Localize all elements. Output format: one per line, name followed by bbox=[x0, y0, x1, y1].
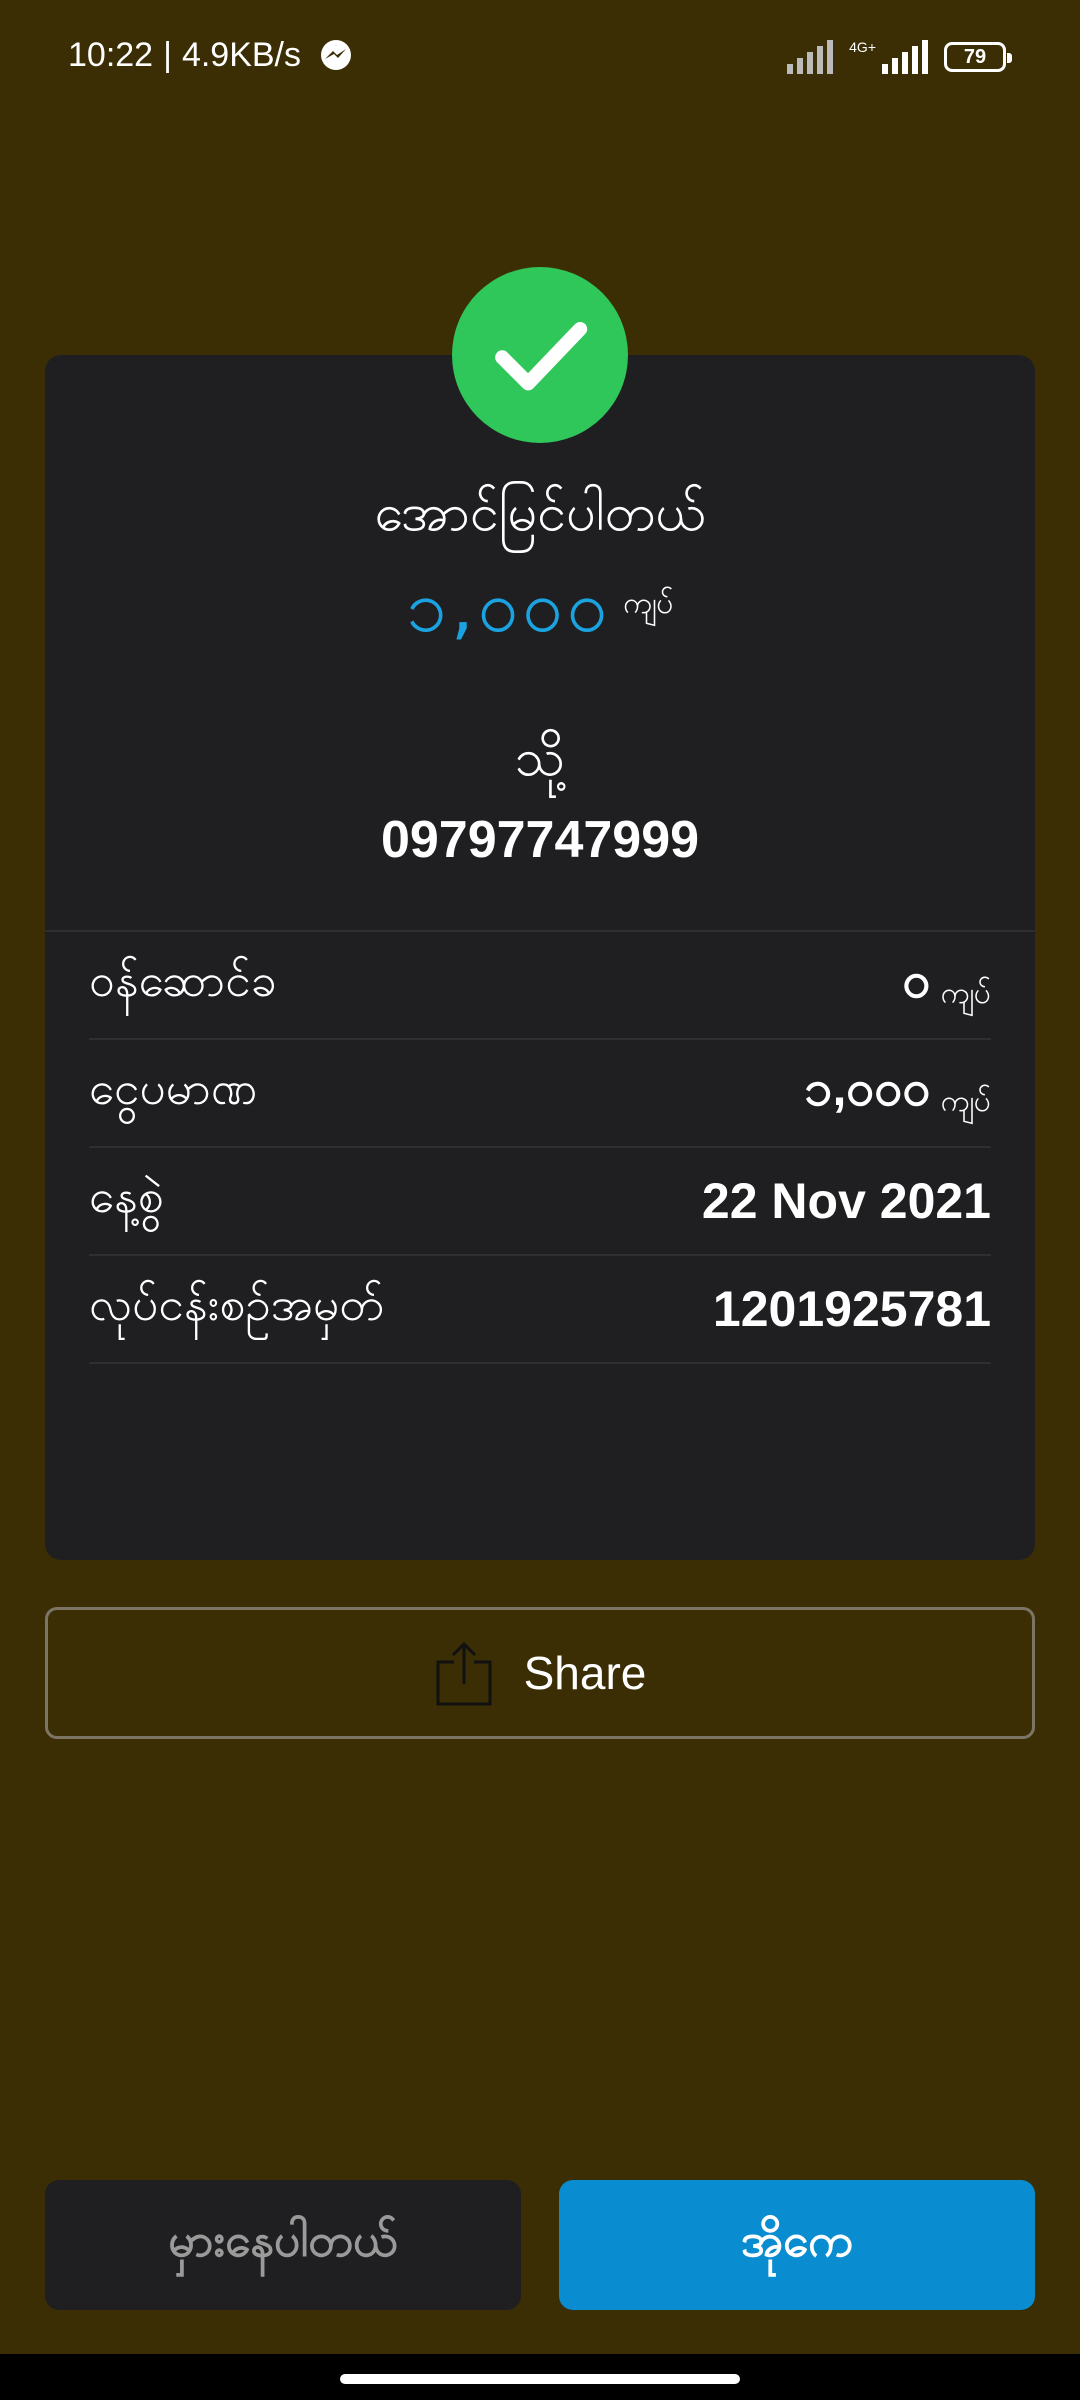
home-indicator[interactable] bbox=[340, 2374, 740, 2384]
status-time: 10:22 bbox=[68, 36, 154, 74]
battery-icon: 79 bbox=[944, 42, 1012, 72]
detail-row-amount: ငွေပမာဏ ၁,၀၀၀ ကျပ် bbox=[89, 1040, 991, 1148]
status-net-speed: 4.9KB/s bbox=[181, 36, 302, 74]
ok-button[interactable]: အိုကေ bbox=[559, 2180, 1035, 2310]
recipient-number: 09797747999 bbox=[380, 811, 700, 869]
success-title: အောင်မြင်ပါတယ် bbox=[374, 483, 706, 543]
detail-label: ငွေပမာဏ bbox=[89, 1060, 258, 1115]
amount-detail-value: ၁,၀၀၀ bbox=[804, 1059, 931, 1116]
network-type-label: 4G+ bbox=[849, 39, 876, 55]
date-value: 22 Nov 2021 bbox=[701, 1173, 991, 1229]
share-button[interactable]: Share bbox=[45, 1607, 1035, 1739]
fee-value: ၀ bbox=[902, 951, 931, 1008]
navigation-bar bbox=[0, 2354, 1080, 2400]
detail-label: ဝန်ဆောင်ခ bbox=[89, 952, 277, 1007]
status-separator: | bbox=[163, 36, 172, 74]
signal-4g-icon bbox=[882, 40, 928, 74]
detail-row-transaction-id: လုပ်ငန်းစဉ်အမှတ် 1201925781 bbox=[89, 1256, 991, 1364]
fee-unit: ကျပ် bbox=[940, 975, 991, 1011]
checkmark-icon bbox=[495, 321, 588, 391]
share-label: Share bbox=[523, 1647, 647, 1699]
success-check-icon bbox=[452, 267, 628, 443]
messenger-icon bbox=[321, 39, 352, 70]
battery-level: 79 bbox=[963, 45, 987, 68]
report-wrong-button[interactable]: မှားနေပါတယ် bbox=[45, 2180, 521, 2310]
amount-row: ၁,၀၀၀ ကျပ် bbox=[45, 570, 1035, 642]
detail-row-fee: ဝန်ဆောင်ခ ၀ ကျပ် bbox=[89, 932, 991, 1040]
transaction-id-value: 1201925781 bbox=[712, 1281, 991, 1337]
status-bar: 10:22 | 4.9KB/s 4G+ 79 bbox=[0, 0, 1080, 120]
detail-value: ၀ ကျပ် bbox=[903, 949, 991, 1022]
detail-label: နေ့စွဲ bbox=[89, 1168, 164, 1223]
amount-value: ၁,၀၀၀ bbox=[406, 564, 612, 648]
details-list: ဝန်ဆောင်ခ ၀ ကျပ် ငွေပမာဏ ၁,၀၀၀ ကျပ် နေ့စ… bbox=[89, 932, 991, 1364]
detail-value: ၁,၀၀၀ ကျပ် bbox=[804, 1057, 991, 1130]
amount-detail-unit: ကျပ် bbox=[940, 1083, 991, 1119]
status-right: 4G+ 79 bbox=[785, 39, 1012, 74]
detail-row-date: နေ့စွဲ 22 Nov 2021 bbox=[89, 1148, 991, 1256]
share-icon bbox=[436, 1642, 492, 1706]
amount-unit: ကျပ် bbox=[623, 586, 674, 621]
signal-icon bbox=[787, 40, 834, 74]
status-left: 10:22 | 4.9KB/s bbox=[68, 36, 353, 75]
to-label: သို့ bbox=[514, 728, 566, 788]
receipt-card: အောင်မြင်ပါတယ် ၁,၀၀၀ ကျပ် သို့ 097977479… bbox=[45, 355, 1035, 1560]
detail-label: လုပ်ငန်းစဉ်အမှတ် bbox=[89, 1276, 385, 1331]
